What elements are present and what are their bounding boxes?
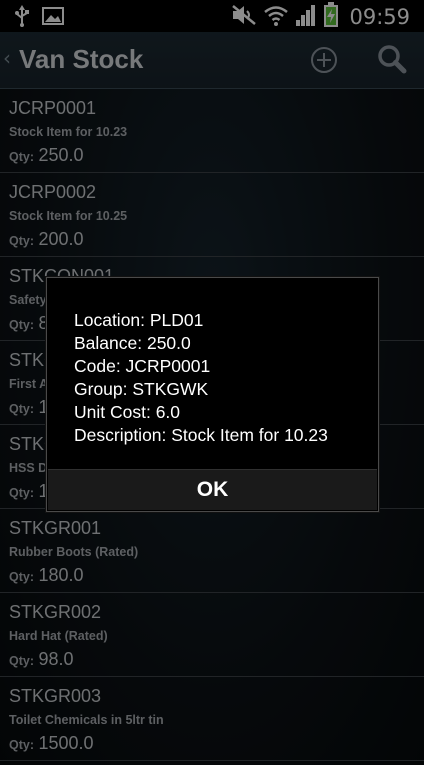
ok-button[interactable]: OK (48, 470, 377, 510)
dialog-unit-cost: Unit Cost: 6.0 (74, 402, 181, 422)
dialog-code: Code: JCRP0001 (74, 356, 211, 376)
dialog-balance: Balance: 250.0 (74, 333, 191, 353)
dialog-button-bar: OK (48, 469, 377, 510)
dialog-description: Description: Stock Item for 10.23 (74, 425, 328, 445)
dialog-body: Location: PLD01 Balance: 250.0 Code: JCR… (74, 309, 328, 447)
dialog-group: Group: STKGWK (74, 379, 209, 399)
dialog-location: Location: PLD01 (74, 310, 204, 330)
stock-detail-dialog: Location: PLD01 Balance: 250.0 Code: JCR… (46, 277, 379, 512)
